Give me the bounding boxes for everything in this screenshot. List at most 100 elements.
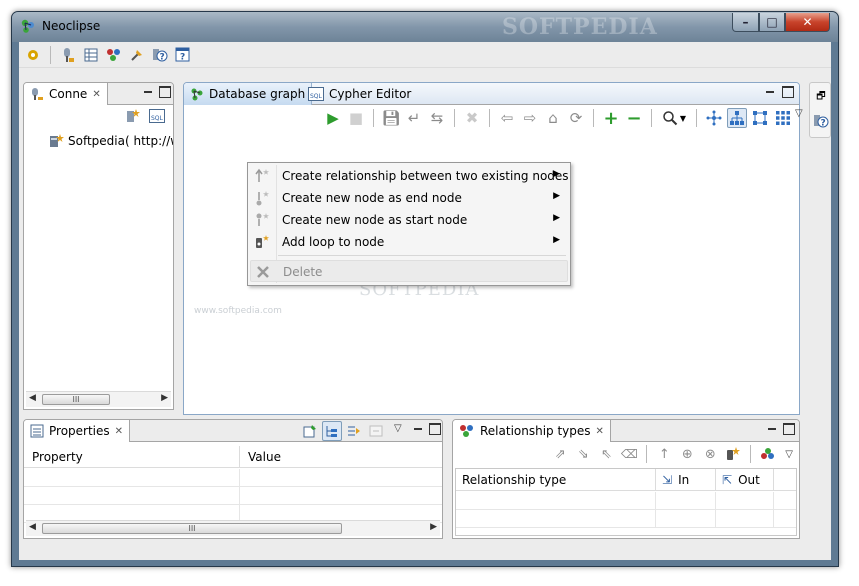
add-incoming-node-button[interactable]: ⊕ bbox=[677, 444, 697, 464]
column-header-value[interactable]: Value bbox=[240, 446, 442, 467]
chevron-down-icon: ▼ bbox=[679, 113, 687, 123]
minimize-view-button[interactable] bbox=[764, 86, 776, 98]
minimize-view-button[interactable] bbox=[766, 423, 778, 435]
scroll-left-icon[interactable]: ◀ bbox=[29, 393, 36, 403]
minimize-view-button[interactable] bbox=[412, 423, 424, 435]
clear-highlight-button[interactable]: ⌫ bbox=[619, 444, 639, 464]
delete-button[interactable]: ✖ bbox=[462, 108, 482, 128]
forward-button[interactable]: ⇨ bbox=[520, 108, 540, 128]
decrease-traversal-depth-button[interactable]: − bbox=[624, 108, 644, 129]
close-icon[interactable]: ✕ bbox=[92, 89, 100, 100]
spring-layout-button[interactable] bbox=[704, 108, 724, 128]
sql-connection-button[interactable]: SQL bbox=[147, 106, 167, 126]
home-button[interactable]: ⌂ bbox=[543, 108, 563, 128]
menu-item-create-start-node[interactable]: Create new node as start node ▶ bbox=[250, 209, 568, 231]
minimize-icon: – bbox=[742, 15, 749, 29]
view-menu-chevron-icon[interactable]: ▽ bbox=[795, 108, 803, 119]
menu-item-add-loop[interactable]: Add loop to node ▶ bbox=[250, 231, 568, 253]
help-view-button[interactable]: ? bbox=[811, 111, 831, 131]
tab-relationship-types[interactable]: Relationship types ✕ bbox=[453, 420, 611, 442]
title-bar[interactable]: Neoclipse SOFTPEDIA – □ ✕ bbox=[12, 12, 838, 42]
spring-layout-icon bbox=[706, 110, 722, 126]
column-header-in[interactable]: ⇲ In bbox=[656, 469, 716, 490]
tab-database-graph[interactable]: Database graph bbox=[184, 83, 313, 105]
maximize-view-button[interactable] bbox=[783, 423, 795, 435]
maximize-view-button[interactable] bbox=[782, 86, 794, 98]
node-colors-button[interactable] bbox=[104, 45, 124, 65]
close-button[interactable]: ✕ bbox=[785, 13, 830, 32]
scroll-thumb[interactable]: III bbox=[42, 523, 342, 534]
properties-view: Properties ✕ ▽ Property Value ◀ III ▶ bbox=[23, 419, 443, 539]
tab-connections[interactable]: Conne ✕ bbox=[24, 83, 108, 105]
back-button[interactable]: ⇦ bbox=[497, 108, 517, 128]
pin-icon bbox=[131, 49, 142, 61]
scroll-left-icon[interactable]: ◀ bbox=[29, 522, 36, 532]
view-menu-chevron-icon[interactable]: ▽ bbox=[785, 449, 793, 460]
rollback-button[interactable]: ⇆ bbox=[427, 108, 447, 128]
show-advanced-button[interactable] bbox=[344, 421, 364, 441]
tab-properties[interactable]: Properties ✕ bbox=[24, 420, 131, 442]
stop-button[interactable]: ■ bbox=[346, 108, 366, 128]
create-end-node-icon bbox=[256, 191, 269, 206]
help-button[interactable]: ? bbox=[150, 45, 170, 65]
menu-item-label: Create new node as end node bbox=[282, 191, 462, 205]
tab-cypher-editor[interactable]: SQL Cypher Editor bbox=[302, 83, 417, 105]
column-header-relationship-type[interactable]: Relationship type bbox=[456, 469, 656, 490]
toolbar-separator bbox=[593, 109, 594, 127]
run-button[interactable]: ▶ bbox=[323, 108, 343, 128]
highlight-outgoing-button[interactable]: ⇖ bbox=[596, 444, 616, 464]
maximize-button[interactable]: □ bbox=[759, 13, 785, 32]
scroll-thumb[interactable]: III bbox=[42, 394, 110, 405]
view-menu-chevron-icon[interactable]: ▽ bbox=[394, 423, 402, 434]
column-header-out[interactable]: ⇱ Out bbox=[716, 469, 774, 490]
create-relationship-button[interactable]: ↑ bbox=[654, 444, 674, 464]
close-icon[interactable]: ✕ bbox=[596, 426, 604, 437]
increase-traversal-depth-button[interactable]: + bbox=[601, 108, 621, 129]
svg-text:?: ? bbox=[821, 119, 826, 129]
save-button[interactable]: 💾︎ bbox=[381, 108, 401, 128]
highlight-incoming-button[interactable]: ⇘ bbox=[573, 444, 593, 464]
scroll-right-icon[interactable]: ▶ bbox=[430, 522, 437, 532]
relationship-types-header: Relationship types ✕ bbox=[453, 420, 799, 442]
relationship-types-icon bbox=[460, 425, 473, 437]
pin-view-button[interactable] bbox=[300, 421, 320, 441]
scroll-right-icon[interactable]: ▶ bbox=[161, 393, 168, 403]
tree-layout-icon bbox=[730, 111, 744, 125]
menu-item-delete[interactable]: Delete bbox=[250, 260, 568, 282]
maximize-view-button[interactable] bbox=[159, 86, 171, 98]
add-loop-button[interactable] bbox=[723, 444, 743, 464]
connection-item[interactable]: Softpedia( http://wv bbox=[48, 133, 173, 149]
preferences-button[interactable] bbox=[23, 45, 43, 65]
sql-icon: SQL bbox=[149, 109, 165, 123]
tree-layout-button[interactable] bbox=[727, 108, 747, 128]
relationship-types-toolbar: ⇗ ⇘ ⇖ ⌫ ↑ ⊕ ⊗ ▽ bbox=[453, 442, 799, 466]
maximize-view-button[interactable] bbox=[429, 423, 441, 435]
minimize-view-button[interactable] bbox=[142, 86, 154, 98]
zoom-button[interactable]: ▼ bbox=[659, 108, 689, 128]
connection-button[interactable] bbox=[58, 45, 78, 65]
restore-defaults-button[interactable] bbox=[366, 421, 386, 441]
menu-item-create-end-node[interactable]: Create new node as end node ▶ bbox=[250, 187, 568, 209]
table-row bbox=[456, 492, 796, 510]
highlight-all-button[interactable]: ⇗ bbox=[550, 444, 570, 464]
show-categories-button[interactable] bbox=[322, 421, 342, 441]
refresh-button[interactable]: ⟳ bbox=[566, 108, 586, 128]
table-view-button[interactable] bbox=[81, 45, 101, 65]
help-contents-button[interactable]: ? bbox=[173, 45, 193, 65]
grid-layout-button[interactable] bbox=[773, 108, 793, 128]
restore-button[interactable]: 🗗︎ bbox=[811, 87, 831, 107]
pin-button[interactable] bbox=[127, 45, 147, 65]
horizontal-scrollbar[interactable]: ◀ III ▶ bbox=[26, 520, 440, 536]
minimize-button[interactable]: – bbox=[732, 13, 759, 32]
radial-layout-button[interactable] bbox=[750, 108, 770, 128]
new-relationship-type-button[interactable] bbox=[758, 444, 778, 464]
new-connection-button[interactable] bbox=[123, 106, 143, 126]
menu-item-create-relationship[interactable]: Create relationship between two existing… bbox=[250, 165, 569, 187]
preferences-icon bbox=[28, 49, 38, 60]
connections-view-header: Conne ✕ bbox=[24, 83, 173, 105]
add-outgoing-node-button[interactable]: ⊗ bbox=[700, 444, 720, 464]
column-header-property[interactable]: Property bbox=[24, 446, 240, 467]
close-icon[interactable]: ✕ bbox=[115, 426, 123, 437]
horizontal-scrollbar[interactable]: ◀ III ▶ bbox=[26, 391, 171, 407]
commit-button[interactable]: ↵ bbox=[404, 108, 424, 128]
